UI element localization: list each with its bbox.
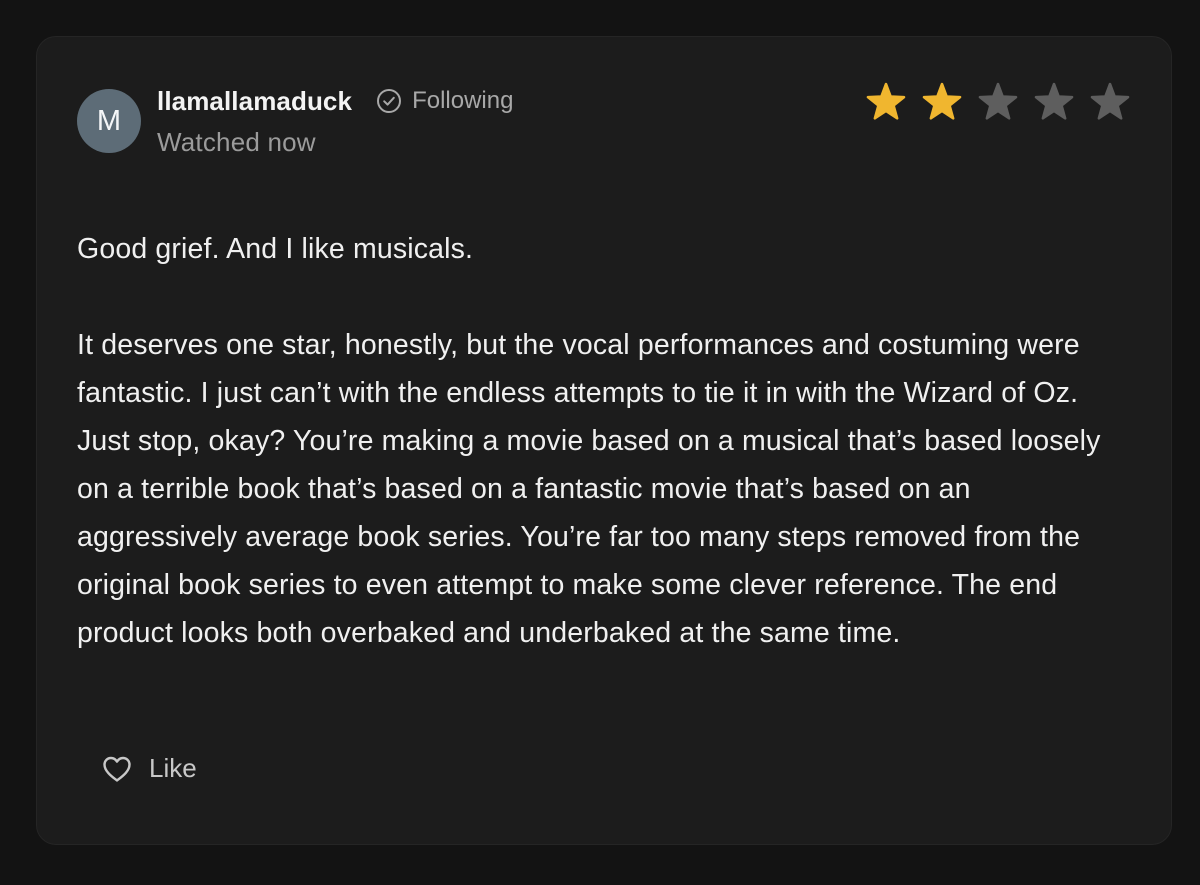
name-row: llamallamaduck Following bbox=[157, 84, 513, 118]
star-empty-icon[interactable] bbox=[1090, 82, 1130, 122]
like-button[interactable]: Like bbox=[101, 753, 197, 784]
star-rating bbox=[866, 82, 1130, 122]
star-empty-icon[interactable] bbox=[1034, 82, 1074, 122]
review-paragraph: Good grief. And I like musicals. bbox=[77, 233, 474, 265]
avatar[interactable]: M bbox=[77, 89, 141, 153]
review-card: M llamallamaduck Following Watched now G… bbox=[36, 36, 1172, 845]
star-filled-icon[interactable] bbox=[922, 82, 962, 122]
review-paragraph: It deserves one star, honestly, but the … bbox=[77, 329, 1101, 649]
review-header: llamallamaduck Following Watched now bbox=[157, 84, 513, 158]
star-filled-icon[interactable] bbox=[866, 82, 906, 122]
heart-icon bbox=[103, 756, 131, 782]
following-status[interactable]: Following bbox=[376, 87, 513, 115]
like-label: Like bbox=[149, 753, 197, 783]
check-circle-icon bbox=[377, 89, 402, 113]
avatar-initial: M bbox=[96, 104, 122, 137]
star-empty-icon[interactable] bbox=[978, 82, 1018, 122]
username[interactable]: llamallamaduck bbox=[157, 86, 352, 117]
watched-timestamp: Watched now bbox=[157, 127, 316, 157]
following-label: Following bbox=[412, 87, 514, 114]
review-text: Good grief. And I like musicals. It dese… bbox=[77, 225, 1137, 657]
